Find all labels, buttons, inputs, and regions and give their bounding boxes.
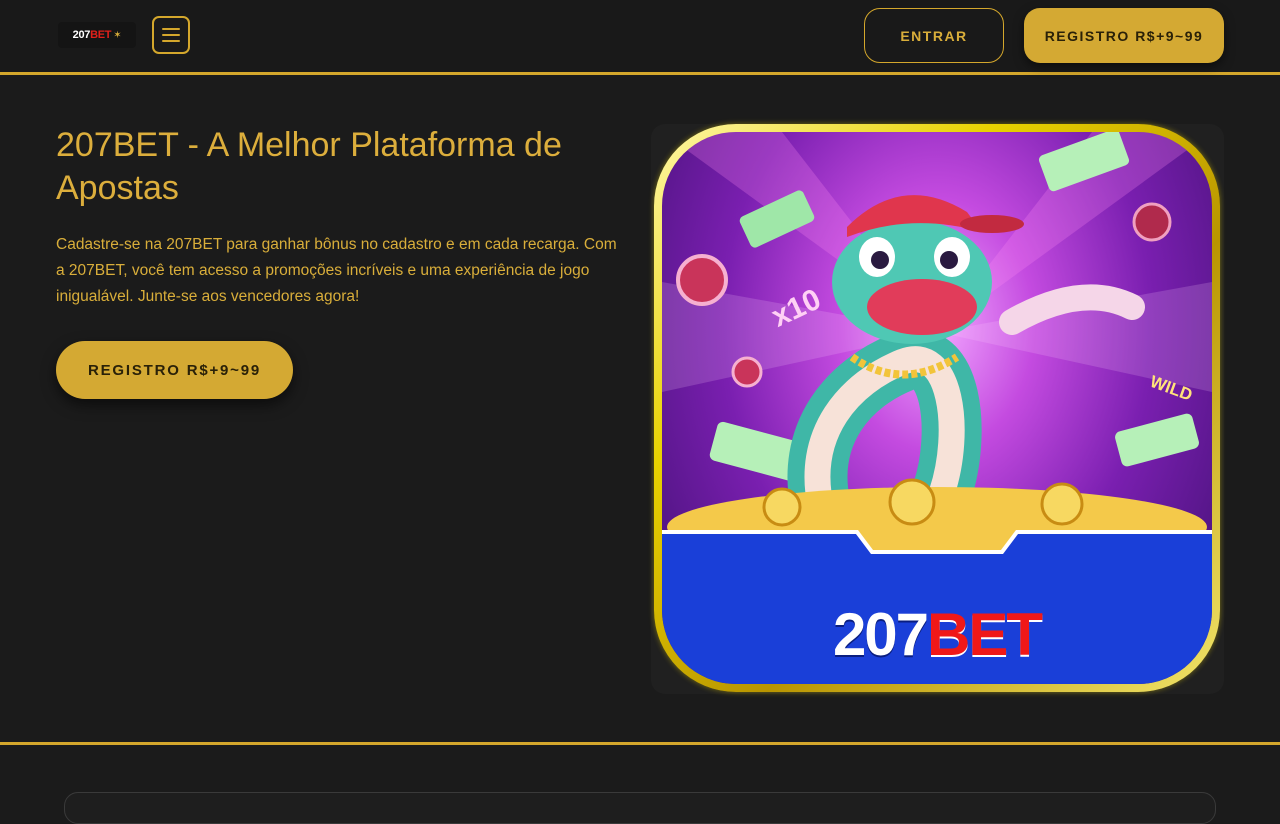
game-artwork: x10 WILD 207BET xyxy=(662,132,1212,684)
logo-text-primary: 207 xyxy=(72,29,91,41)
game-image-card: x10 WILD 207BET xyxy=(651,124,1224,694)
register-button-hero[interactable]: REGISTRO R$+9~99 xyxy=(56,341,293,399)
game-brand-text: 207BET xyxy=(662,600,1212,669)
section-divider xyxy=(0,742,1280,745)
hero-title: 207BET - A Melhor Plataforma de Apostas xyxy=(56,126,562,207)
login-button[interactable]: ENTRAR xyxy=(864,8,1004,63)
hamburger-menu-button[interactable] xyxy=(152,16,190,54)
hero-description: Cadastre-se na 207BET para ganhar bônus … xyxy=(56,236,617,305)
game-image-frame[interactable]: x10 WILD 207BET xyxy=(654,124,1220,692)
hamburger-icon xyxy=(162,28,180,30)
game-brand-secondary: BET xyxy=(927,601,1043,668)
logo-text-secondary: BET xyxy=(90,29,112,41)
top-header: 207 BET ✶ ENTRAR REGISTRO R$+9~99 xyxy=(0,0,1280,75)
next-section-card xyxy=(64,792,1216,824)
mascot-icon: ✶ xyxy=(113,29,122,41)
site-logo[interactable]: 207 BET ✶ xyxy=(58,22,136,48)
register-button-header[interactable]: REGISTRO R$+9~99 xyxy=(1024,8,1224,63)
game-brand-primary: 207 xyxy=(832,601,929,668)
hamburger-icon-bar xyxy=(162,34,180,36)
hamburger-icon-bar xyxy=(162,40,180,42)
